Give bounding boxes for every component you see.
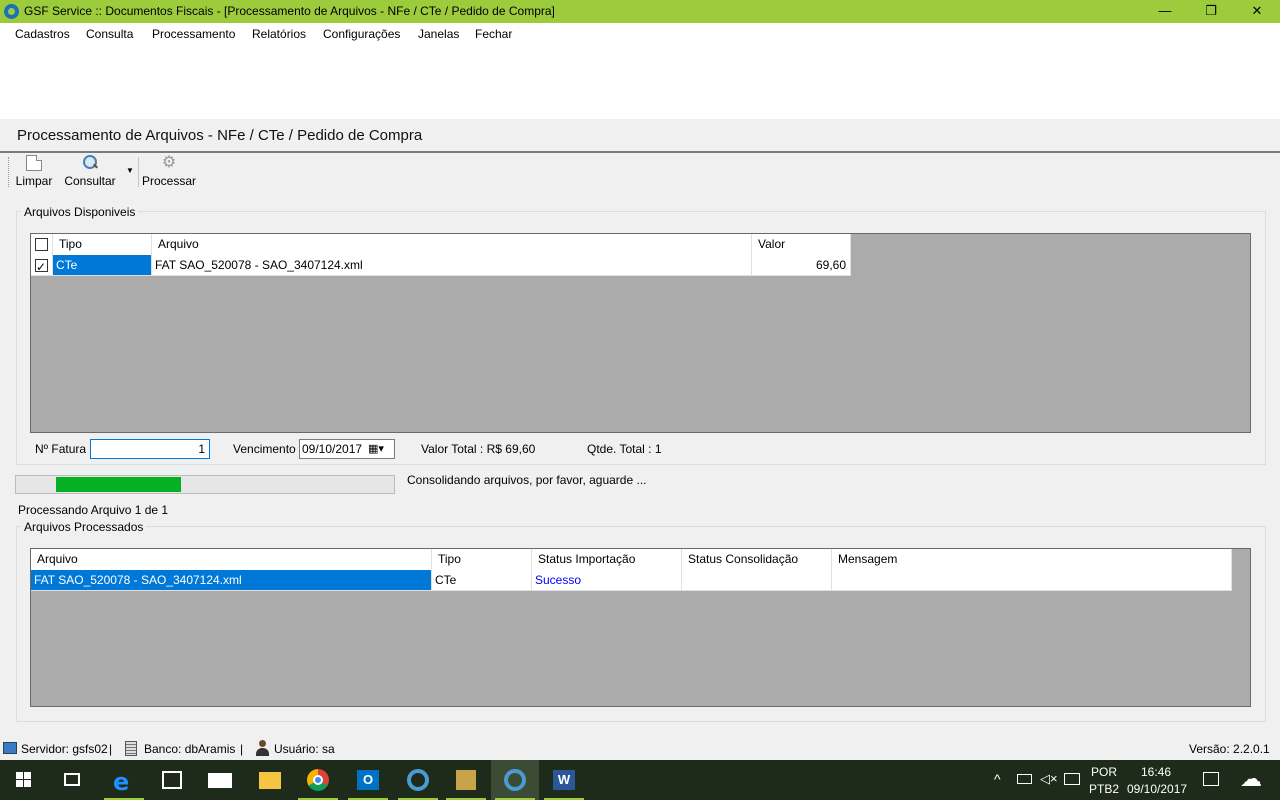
close-button[interactable]: ✕: [1234, 0, 1280, 23]
progress-bar: [15, 475, 395, 494]
menu-fechar[interactable]: Fechar: [475, 27, 512, 41]
database-icon: [125, 741, 137, 756]
separator: |: [240, 742, 244, 756]
progress-message: Consolidando arquivos, por favor, aguard…: [407, 473, 647, 487]
cell-valor[interactable]: 69,60: [752, 255, 851, 276]
menu-bar: Cadastros Consulta Processamento Relatór…: [0, 23, 1280, 46]
usuario-text: Usuário: sa: [274, 742, 335, 756]
clock-time[interactable]: 16:46: [1141, 765, 1171, 779]
servidor-text: Servidor: gsfs02: [21, 742, 108, 756]
vencimento-label: Vencimento: [233, 442, 296, 456]
gsf-app-icon[interactable]: [394, 760, 442, 800]
processar-button[interactable]: ⚙ Processar: [142, 154, 197, 189]
select-all-checkbox[interactable]: [35, 238, 48, 251]
toolbar-separator: [138, 157, 139, 187]
magnifier-icon: [82, 155, 98, 171]
menu-relatorios[interactable]: Relatórios: [252, 27, 306, 41]
menu-configuracoes[interactable]: Configurações: [323, 27, 400, 41]
toolbar: Limpar Consultar ▼ ⚙ Processar: [8, 153, 1278, 191]
col-status-importacao[interactable]: Status Importação: [532, 549, 682, 570]
limpar-label: Limpar: [15, 174, 53, 188]
chrome-icon[interactable]: [294, 760, 342, 800]
consultar-label: Consultar: [64, 174, 116, 188]
weather-cloud-icon[interactable]: ☁: [1240, 766, 1262, 792]
tools-icon[interactable]: [442, 760, 490, 800]
progress-fill: [56, 477, 181, 492]
task-view-button[interactable]: [48, 760, 96, 800]
available-files-grid[interactable]: Tipo Arquivo Valor CTe FAT SAO_520078 - …: [30, 233, 1251, 433]
limpar-button[interactable]: Limpar: [14, 155, 54, 188]
consultar-button[interactable]: Consultar: [62, 155, 118, 188]
server-icon: [3, 742, 17, 754]
chevron-up-icon[interactable]: ^: [994, 771, 1001, 787]
user-icon: [256, 740, 269, 756]
cell-arquivo[interactable]: FAT SAO_520078 - SAO_3407124.xml: [152, 255, 752, 276]
edge-icon[interactable]: e: [100, 760, 148, 800]
chevron-down-icon[interactable]: ▼: [126, 166, 134, 175]
separator: |: [109, 742, 113, 756]
title-bar: GSF Service :: Documentos Fiscais - [Pro…: [0, 0, 1280, 23]
store-icon[interactable]: [148, 760, 196, 800]
menu-processamento[interactable]: Processamento: [152, 27, 235, 41]
cell-status-consolidacao[interactable]: [682, 570, 832, 591]
vencimento-value: 09/10/2017: [302, 442, 363, 456]
row-checkbox-cell[interactable]: [31, 255, 53, 276]
word-icon[interactable]: W: [540, 760, 588, 800]
status-bar: Servidor: gsfs02 | Banco: dbAramis | Usu…: [0, 738, 1280, 760]
versao-text: Versão: 2.2.0.1: [1189, 742, 1270, 756]
vencimento-datepicker[interactable]: 09/10/2017 ▦▾: [299, 439, 395, 459]
file-explorer-icon[interactable]: [246, 760, 294, 800]
progress-status: Processando Arquivo 1 de 1: [18, 503, 169, 517]
fatura-label: Nº Fatura: [35, 442, 87, 456]
available-files-label: Arquivos Disponiveis: [21, 205, 139, 219]
qtde-total: Qtde. Total : 1: [587, 442, 662, 456]
gear-icon: ⚙: [161, 154, 177, 171]
outlook-icon[interactable]: O: [344, 760, 392, 800]
row-checkbox[interactable]: [35, 257, 48, 275]
gsf-active-icon[interactable]: [491, 760, 539, 800]
minimize-button[interactable]: —: [1142, 0, 1188, 23]
window-title: GSF Service :: Documentos Fiscais - [Pro…: [24, 4, 555, 18]
battery-icon[interactable]: [1017, 774, 1032, 784]
col-status-consolidacao[interactable]: Status Consolidação: [682, 549, 832, 570]
cell-mensagem[interactable]: [832, 570, 1232, 591]
processar-label: Processar: [142, 174, 197, 188]
language-code[interactable]: POR: [1091, 765, 1117, 779]
app-logo-icon: [4, 4, 19, 19]
toolbar-grip[interactable]: [8, 157, 11, 187]
col-arquivo[interactable]: Arquivo: [31, 549, 432, 570]
menu-consulta[interactable]: Consulta: [86, 27, 133, 41]
select-all-header: [31, 234, 53, 255]
clock-date[interactable]: 09/10/2017: [1127, 782, 1187, 796]
taskbar: e O W ^ ◁× POR PTB2 16:46 09/10/2017 ☁: [0, 760, 1280, 800]
notifications-icon[interactable]: [1203, 772, 1219, 786]
col-valor[interactable]: Valor: [752, 234, 851, 255]
calendar-icon[interactable]: ▦▾: [368, 440, 384, 458]
fatura-input[interactable]: 1: [90, 439, 210, 459]
menu-janelas[interactable]: Janelas: [418, 27, 459, 41]
page-title: Processamento de Arquivos - NFe / CTe / …: [17, 127, 423, 144]
cell-tipo[interactable]: CTe: [432, 570, 532, 591]
processed-files-label: Arquivos Processados: [21, 520, 147, 534]
network-icon[interactable]: [1064, 773, 1080, 785]
maximize-button[interactable]: ❐: [1188, 0, 1234, 23]
cell-arquivo[interactable]: FAT SAO_520078 - SAO_3407124.xml: [31, 570, 432, 591]
col-mensagem[interactable]: Mensagem: [832, 549, 1232, 570]
cell-tipo[interactable]: CTe: [53, 255, 152, 276]
volume-icon[interactable]: ◁×: [1040, 771, 1058, 787]
keyboard-layout[interactable]: PTB2: [1089, 782, 1119, 796]
menu-cadastros[interactable]: Cadastros: [15, 27, 70, 41]
start-button[interactable]: [0, 760, 48, 800]
col-arquivo[interactable]: Arquivo: [152, 234, 752, 255]
valor-total: Valor Total : R$ 69,60: [421, 442, 536, 456]
col-tipo[interactable]: Tipo: [432, 549, 532, 570]
blank-area: [0, 46, 1280, 119]
processed-files-grid[interactable]: Arquivo Tipo Status Importação Status Co…: [30, 548, 1251, 707]
mail-icon[interactable]: [196, 760, 244, 800]
col-tipo[interactable]: Tipo: [53, 234, 152, 255]
banco-text: Banco: dbAramis: [144, 742, 236, 756]
cell-status-importacao[interactable]: Sucesso: [532, 570, 682, 591]
new-document-icon: [26, 155, 42, 171]
